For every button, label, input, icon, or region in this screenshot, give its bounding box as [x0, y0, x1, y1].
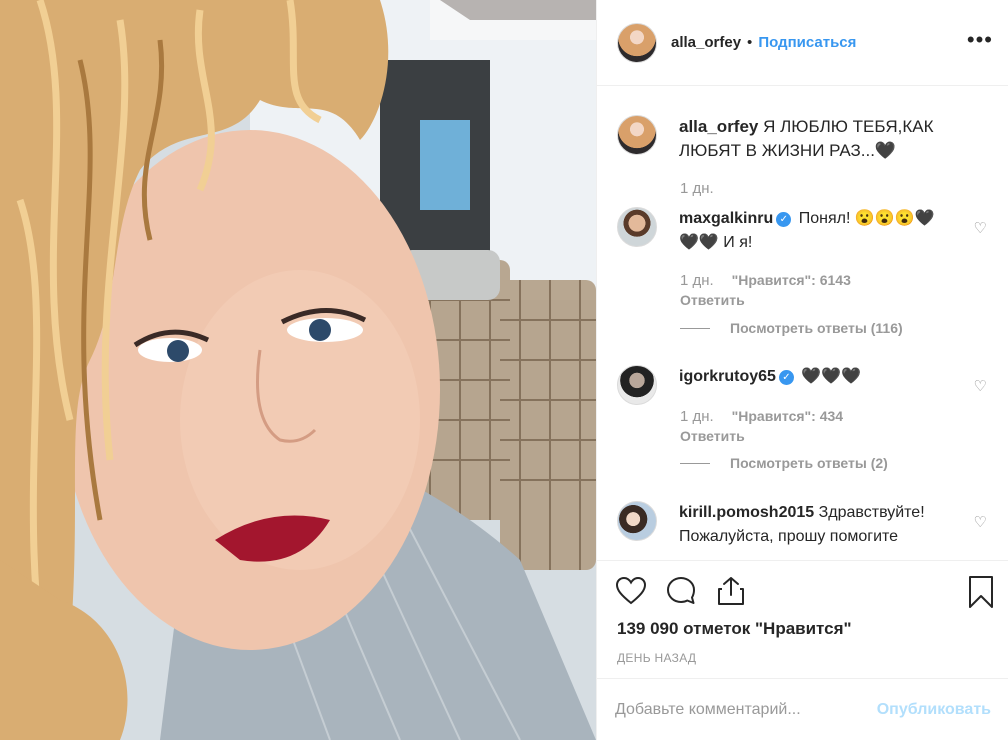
post-actions: 139 090 отметок "Нравится" ДЕНЬ НАЗАД Оп…: [597, 560, 1008, 740]
verified-badge-icon: ✓: [778, 370, 794, 385]
comment-timestamp[interactable]: 1 дн.: [680, 272, 714, 289]
small-heart-icon[interactable]: ♡: [974, 219, 987, 237]
divider-line: [680, 462, 710, 464]
comment-timestamp[interactable]: 1 дн.: [680, 408, 714, 425]
comment-meta: 1 дн. "Нравится": 6143: [680, 272, 851, 289]
caption-author-avatar[interactable]: [617, 115, 657, 155]
view-replies-label: Посмотреть ответы (116): [730, 320, 903, 336]
comment-meta: 1 дн. "Нравится": 434: [680, 408, 843, 425]
posted-timestamp[interactable]: ДЕНЬ НАЗАД: [617, 651, 696, 665]
comment-item: igorkrutoy65 ✓ 🖤🖤🖤 ♡: [617, 365, 997, 405]
comment-item: maxgalkinru ✓ Понял! 😮😮😮🖤🖤🖤 И я! ♡: [617, 207, 997, 255]
heart-outline-icon[interactable]: [615, 575, 647, 607]
comment-likes[interactable]: "Нравится": 6143: [732, 272, 851, 288]
commenter-avatar[interactable]: [617, 501, 657, 541]
view-replies-button[interactable]: Посмотреть ответы (2): [680, 455, 888, 471]
caption-timestamp[interactable]: 1 дн.: [680, 180, 714, 197]
reply-button[interactable]: Ответить: [680, 292, 745, 308]
view-replies-button[interactable]: Посмотреть ответы (116): [680, 320, 903, 336]
separator-dot: •: [747, 34, 753, 51]
author-avatar[interactable]: [617, 22, 657, 63]
action-icons: [615, 575, 765, 607]
post-caption: alla_orfey Я ЛЮБЛЮ ТЕБЯ,КАК ЛЮБЯТ В ЖИЗН…: [617, 115, 997, 163]
comment-item: kirill.pomosh2015 Здравствуйте! Пожалуйс…: [617, 501, 997, 549]
comment-author[interactable]: igorkrutoy65: [679, 368, 776, 385]
follow-button[interactable]: Подписаться: [758, 34, 856, 51]
author-username[interactable]: alla_orfey: [671, 34, 741, 51]
reply-button[interactable]: Ответить: [680, 428, 745, 444]
verified-badge-icon: ✓: [776, 212, 792, 227]
small-heart-icon[interactable]: ♡: [974, 513, 987, 531]
post-photo: [0, 0, 596, 740]
comment-likes[interactable]: "Нравится": 434: [732, 408, 843, 424]
bookmark-icon[interactable]: [967, 575, 995, 609]
likes-count[interactable]: 139 090 отметок "Нравится": [617, 619, 852, 639]
commenter-avatar[interactable]: [617, 207, 657, 247]
comment-text: 🖤🖤🖤: [801, 368, 862, 385]
small-heart-icon[interactable]: ♡: [974, 377, 987, 395]
comments-list[interactable]: alla_orfey Я ЛЮБЛЮ ТЕБЯ,КАК ЛЮБЯТ В ЖИЗН…: [597, 87, 1008, 559]
post-side-panel: alla_orfey • Подписаться ••• alla_orfey …: [596, 0, 1008, 740]
selfie-illustration: [0, 0, 596, 740]
more-options-icon[interactable]: •••: [967, 29, 993, 51]
view-replies-label: Посмотреть ответы (2): [730, 455, 888, 471]
add-comment-section: Опубликовать: [597, 678, 1008, 740]
comment-author[interactable]: maxgalkinru: [679, 210, 773, 227]
comment-author[interactable]: kirill.pomosh2015: [679, 504, 814, 521]
post-header: alla_orfey • Подписаться •••: [597, 0, 1008, 86]
divider-line: [680, 327, 710, 329]
caption-author[interactable]: alla_orfey: [679, 117, 758, 136]
commenter-avatar[interactable]: [617, 365, 657, 405]
publish-button[interactable]: Опубликовать: [877, 701, 991, 719]
share-upload-icon[interactable]: [715, 575, 747, 607]
speech-bubble-icon[interactable]: [665, 575, 697, 607]
comment-input[interactable]: [615, 701, 877, 719]
